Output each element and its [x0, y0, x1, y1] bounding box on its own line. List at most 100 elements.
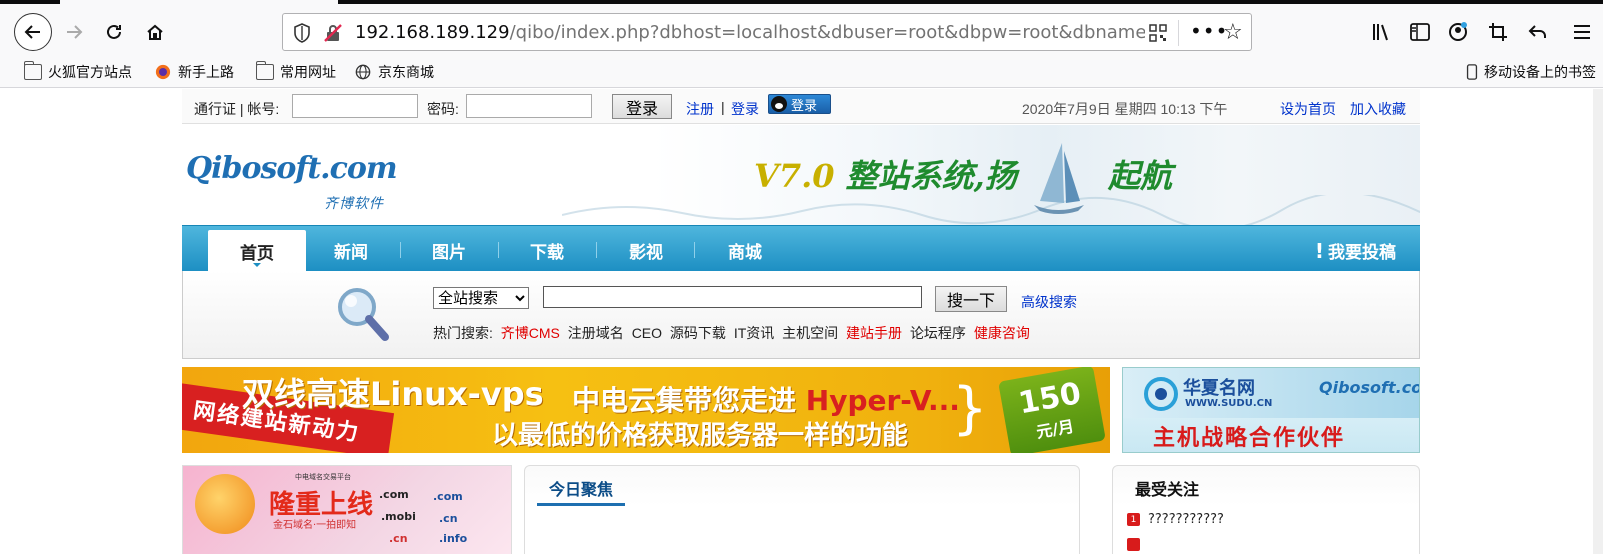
- hot-search-term[interactable]: 论坛程序: [910, 325, 966, 341]
- account-icon[interactable]: [1446, 20, 1470, 44]
- magnifier-icon: [338, 288, 389, 341]
- login-link[interactable]: 登录: [731, 99, 759, 119]
- wave-decoration: [562, 195, 1420, 225]
- forward-button[interactable]: [56, 14, 92, 50]
- home-icon: [147, 24, 163, 40]
- advanced-search-link[interactable]: 高级搜索: [1021, 292, 1077, 312]
- hamburger-menu-icon[interactable]: [1570, 20, 1594, 44]
- mobile-bookmarks-label: 移动设备上的书签: [1484, 65, 1596, 81]
- undo-icon[interactable]: [1526, 20, 1550, 44]
- search-input[interactable]: [543, 286, 922, 308]
- hot-search-term[interactable]: CEO: [632, 325, 662, 341]
- ad-vps-line2b: Hyper-V...: [805, 384, 960, 417]
- screenshot-crop-icon[interactable]: [1486, 20, 1510, 44]
- promo-ad[interactable]: 中电域名交易平台 隆重上线 金石域名·一拍即知 .com .com .mobi …: [182, 465, 512, 554]
- slogan-part2: 起航: [1107, 157, 1172, 195]
- nav-divider: [400, 242, 401, 258]
- slogan-version: V7.0: [754, 157, 835, 195]
- nav-tab-news[interactable]: 新闻: [334, 238, 368, 263]
- logo-text: Qibosoft.com: [186, 151, 398, 186]
- site-logo[interactable]: Qibosoft.com 齐博软件: [186, 147, 406, 212]
- most-followed-title: 最受关注: [1135, 480, 1200, 499]
- web-viewport: 通行证 | 帐号: 密码: 登录 注册 | 登录 登录 2020年7月9日 星期…: [0, 89, 1603, 554]
- current-date: 2020年7月9日 星期四 10:13 下午: [1022, 101, 1228, 117]
- today-focus-panel: 今日聚焦: [524, 465, 1080, 554]
- nav-tab-video[interactable]: 影视: [629, 238, 663, 263]
- bookmark-item[interactable]: 常用网址: [256, 61, 336, 82]
- password-input[interactable]: [466, 94, 592, 118]
- sun-logo-icon: [195, 474, 255, 534]
- bookmark-star-icon[interactable]: ☆: [1223, 20, 1243, 45]
- search-area: 全站搜索 搜一下 高级搜索 热门搜索: 齐博CMS 注册域名 CEO 源码下载 …: [182, 271, 1420, 359]
- main-nav: 首页 新闻 图片 下载 影视 商城 ! 我要投稿: [182, 225, 1420, 272]
- search-scope-select[interactable]: 全站搜索: [433, 287, 529, 309]
- set-homepage-link[interactable]: 设为首页: [1280, 99, 1336, 119]
- login-bar: 通行证 | 帐号: 密码: 登录 注册 | 登录 登录 2020年7月9日 星期…: [182, 89, 1420, 124]
- promo-domain: .cn: [389, 532, 408, 545]
- ad-sudu-slogan: 主机战略合作伙伴: [1153, 426, 1346, 451]
- submit-article-link[interactable]: ! 我要投稿: [1315, 238, 1396, 263]
- bookmark-label: 常用网址: [280, 65, 336, 81]
- ad-sudu-partner-logo: Qibosoft.com: [1319, 378, 1419, 397]
- username-input[interactable]: [292, 94, 418, 118]
- search-button[interactable]: 搜一下: [935, 286, 1007, 312]
- insecure-lock-icon[interactable]: [323, 23, 343, 43]
- hot-search-term[interactable]: 注册域名: [568, 325, 624, 341]
- submit-article-label: 我要投稿: [1328, 243, 1396, 263]
- promo-domain: .mobi: [381, 510, 416, 523]
- reload-button[interactable]: [96, 14, 132, 50]
- bookmark-item[interactable]: 火狐官方站点: [24, 61, 132, 82]
- qq-login-button[interactable]: 登录: [768, 94, 831, 114]
- bookmark-item[interactable]: 新手上路: [154, 62, 234, 82]
- rank-title: ???????????: [1148, 512, 1224, 527]
- url-path: /qibo/index.php?dbhost=localhost&dbuser=…: [509, 22, 1145, 43]
- qr-code-icon[interactable]: [1149, 24, 1167, 42]
- page-scrollbar[interactable]: [1593, 89, 1603, 554]
- sidebar-icon[interactable]: [1408, 20, 1432, 44]
- site-header: Qibosoft.com 齐博软件 V7.0 整站系统,扬 起航: [182, 125, 1420, 225]
- browser-chrome: 192.168.189.129/qibo/index.php?dbhost=lo…: [0, 0, 1603, 88]
- login-button[interactable]: 登录: [612, 94, 672, 119]
- rank-number-badge: [1127, 538, 1140, 551]
- hot-search-term[interactable]: 健康咨询: [974, 325, 1030, 341]
- nav-tab-shop[interactable]: 商城: [728, 238, 762, 263]
- nav-tab-downloads[interactable]: 下载: [530, 238, 564, 263]
- nav-divider: [694, 242, 695, 258]
- hot-search-term[interactable]: 源码下载: [670, 325, 726, 341]
- back-button[interactable]: [14, 13, 52, 51]
- mobile-bookmarks[interactable]: 移动设备上的书签: [1466, 62, 1596, 82]
- hot-search-term[interactable]: 建站手册: [846, 325, 902, 341]
- url-text[interactable]: 192.168.189.129/qibo/index.php?dbhost=lo…: [355, 22, 1145, 43]
- nav-tab-home[interactable]: 首页: [208, 230, 306, 272]
- vps-ad-banner[interactable]: 网络建站新动力 双线高速Linux-vps 中电云集带您走进 Hyper-V..…: [182, 367, 1110, 453]
- exclamation-icon: !: [1314, 239, 1324, 263]
- library-icon[interactable]: [1370, 20, 1394, 44]
- hot-search-term[interactable]: 齐博CMS: [501, 325, 560, 341]
- nav-tab-images[interactable]: 图片: [432, 238, 466, 263]
- home-button[interactable]: [137, 14, 173, 50]
- arrow-left-icon: [24, 25, 40, 39]
- nav-divider: [498, 242, 499, 258]
- sailboat-icon: [1034, 143, 1084, 214]
- hot-search-term[interactable]: IT资讯: [734, 325, 774, 341]
- sudu-ad-banner[interactable]: 华夏名网 WWW.SUDU.CN Qibosoft.com 主机战略合作伙伴: [1122, 367, 1420, 453]
- arrow-right-icon: [67, 25, 83, 39]
- bookmark-label: 火狐官方站点: [48, 65, 132, 81]
- promo-domain: .com: [433, 490, 463, 503]
- add-favorites-link[interactable]: 加入收藏: [1350, 99, 1406, 119]
- register-link[interactable]: 注册: [686, 99, 714, 119]
- bookmark-item[interactable]: 京东商城: [354, 62, 434, 82]
- folder-icon: [24, 61, 42, 80]
- promo-tiny: 中电域名交易平台: [295, 473, 351, 481]
- most-followed-panel: 最受关注 1???????????: [1112, 465, 1420, 554]
- tracking-shield-icon[interactable]: [293, 23, 311, 43]
- promo-domain: .info: [439, 532, 468, 545]
- hot-search: 热门搜索: 齐博CMS 注册域名 CEO 源码下载 IT资讯 主机空间 建站手册…: [433, 323, 1034, 343]
- hot-search-term[interactable]: 主机空间: [782, 325, 838, 341]
- address-bar[interactable]: 192.168.189.129/qibo/index.php?dbhost=lo…: [282, 13, 1252, 51]
- today-focus-title[interactable]: 今日聚焦: [537, 476, 626, 506]
- password-label: 密码:: [427, 101, 459, 117]
- ranking-item[interactable]: 1???????????: [1127, 512, 1224, 527]
- active-tab-indicator[interactable]: [60, 0, 338, 4]
- header-slogan: V7.0 整站系统,扬 起航: [754, 151, 1172, 197]
